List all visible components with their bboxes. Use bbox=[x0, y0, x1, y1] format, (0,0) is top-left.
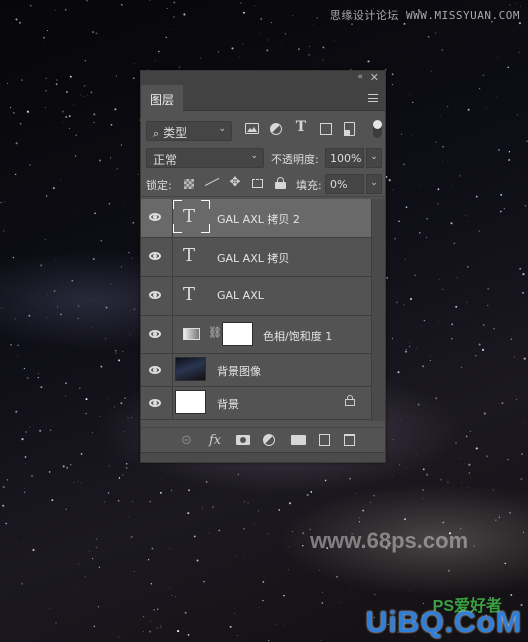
new-group-folder-icon[interactable] bbox=[291, 435, 306, 445]
layer-name: GAL AXL bbox=[217, 289, 264, 302]
layer-name: GAL AXL 拷贝 bbox=[217, 252, 290, 265]
chevron-down-icon: ⌄ bbox=[250, 151, 258, 161]
delete-layer-trash-icon[interactable] bbox=[344, 434, 355, 446]
shape-filter-icon[interactable] bbox=[320, 123, 332, 135]
text-layer-icon: T bbox=[183, 206, 196, 227]
blend-mode-value: 正常 bbox=[153, 153, 178, 167]
panel-menu-icon[interactable] bbox=[368, 94, 378, 102]
add-mask-icon[interactable] bbox=[236, 435, 250, 445]
layer-row[interactable]: 背景 bbox=[141, 387, 371, 420]
chevron-down-icon: ⌄ bbox=[370, 178, 378, 188]
filter-toggle[interactable] bbox=[373, 120, 382, 138]
layer-image-thumbnail bbox=[175, 357, 206, 381]
visibility-eye-icon[interactable] bbox=[148, 330, 164, 340]
tab-layers[interactable]: 图层 bbox=[141, 85, 183, 111]
opacity-dropdown[interactable]: ⌄ bbox=[366, 148, 382, 168]
layer-row[interactable]: T GAL AXL bbox=[141, 277, 371, 316]
filter-kind-select[interactable]: ⌕ 类型 ⌄ bbox=[146, 121, 232, 141]
link-layers-icon[interactable]: ⊝ bbox=[181, 433, 192, 448]
text-layer-icon: T bbox=[183, 284, 196, 305]
fill-input[interactable]: 0% bbox=[325, 174, 364, 194]
layers-scrollbar[interactable] bbox=[371, 199, 385, 421]
layer-divider bbox=[172, 387, 173, 419]
panel-resize-strip[interactable] bbox=[141, 452, 385, 462]
layer-divider bbox=[172, 354, 173, 386]
image-filter-icon[interactable] bbox=[245, 123, 259, 134]
layers-list: T GAL AXL 拷贝 2 T GAL AXL 拷贝 T GAL AXL ⛓ … bbox=[141, 199, 371, 421]
chevron-down-icon: ⌄ bbox=[218, 124, 226, 134]
collapse-icon[interactable]: « bbox=[357, 72, 363, 82]
visibility-eye-icon[interactable] bbox=[148, 252, 164, 262]
layer-row[interactable]: ⛓ 色相/饱和度 1 bbox=[141, 316, 371, 354]
layer-name: 背景 bbox=[217, 398, 239, 411]
lock-label: 锁定: bbox=[146, 179, 172, 192]
layer-row[interactable]: 背景图像 bbox=[141, 354, 371, 387]
tab-row: 图层 bbox=[141, 85, 385, 111]
smart-object-filter-icon[interactable] bbox=[344, 122, 355, 136]
new-layer-icon[interactable] bbox=[319, 434, 330, 446]
layer-divider bbox=[172, 277, 173, 315]
layer-row[interactable]: T GAL AXL 拷贝 2 bbox=[141, 199, 371, 238]
visibility-eye-icon[interactable] bbox=[148, 213, 164, 223]
layer-row[interactable]: T GAL AXL 拷贝 bbox=[141, 238, 371, 277]
layer-mask-thumbnail[interactable] bbox=[222, 322, 253, 346]
layer-name: 背景图像 bbox=[217, 365, 261, 378]
watermark-uibq: UiBQ.CoM bbox=[365, 606, 522, 639]
filter-kind-label: 类型 bbox=[163, 126, 188, 140]
visibility-eye-icon[interactable] bbox=[148, 291, 164, 301]
visibility-eye-icon[interactable] bbox=[148, 399, 164, 409]
watermark-missyuan: 思缘设计论坛 WWW.MISSYUAN.COM bbox=[329, 9, 520, 22]
search-icon: ⌕ bbox=[153, 127, 160, 140]
blend-row: 正常 ⌄ 不透明度: 100% ⌄ bbox=[141, 145, 385, 171]
hue-saturation-adjustment-icon bbox=[183, 328, 200, 340]
blend-mode-select[interactable]: 正常 ⌄ bbox=[146, 148, 264, 168]
lock-transparent-icon[interactable] bbox=[184, 179, 194, 189]
layer-name: GAL AXL 拷贝 2 bbox=[217, 213, 300, 226]
lock-row: 锁定: ╱ ✥ 填充: 0% ⌄ bbox=[141, 171, 385, 197]
visibility-eye-icon[interactable] bbox=[148, 366, 164, 376]
layer-image-thumbnail bbox=[175, 390, 206, 414]
layer-divider bbox=[172, 238, 173, 276]
panel-footer: ⊝ fx bbox=[141, 427, 385, 453]
text-layer-icon: T bbox=[183, 245, 196, 266]
opacity-input[interactable]: 100% bbox=[325, 148, 364, 168]
fill-label: 填充: bbox=[296, 179, 322, 192]
lock-all-icon[interactable] bbox=[275, 177, 286, 189]
layer-name: 色相/饱和度 1 bbox=[263, 330, 333, 343]
chevron-down-icon: ⌄ bbox=[370, 152, 378, 162]
lock-paint-brush-icon[interactable]: ╱ bbox=[202, 172, 221, 191]
fx-icon[interactable]: fx bbox=[209, 433, 221, 448]
close-icon[interactable]: ✕ bbox=[370, 71, 379, 84]
watermark-68ps: www.68ps.com bbox=[310, 528, 469, 553]
layer-divider bbox=[172, 316, 173, 353]
adjustment-layer-icon[interactable] bbox=[263, 434, 275, 446]
lock-artboard-icon[interactable] bbox=[252, 179, 263, 188]
mask-link-icon[interactable]: ⛓ bbox=[208, 326, 222, 339]
layer-lock-icon[interactable] bbox=[345, 395, 355, 407]
fill-dropdown[interactable]: ⌄ bbox=[366, 174, 382, 194]
opacity-label: 不透明度: bbox=[271, 153, 319, 166]
filter-row: ⌕ 类型 ⌄ T bbox=[141, 118, 385, 144]
panel-titlebar[interactable]: « ✕ bbox=[141, 71, 385, 85]
lock-move-icon[interactable]: ✥ bbox=[228, 175, 242, 190]
type-filter-icon[interactable]: T bbox=[294, 119, 308, 135]
layers-panel: « ✕ 图层 ⌕ 类型 ⌄ T 正常 ⌄ 不透明度: 100% ⌄ 锁定: ╱ … bbox=[140, 70, 386, 463]
adjustment-filter-icon[interactable] bbox=[270, 123, 282, 135]
